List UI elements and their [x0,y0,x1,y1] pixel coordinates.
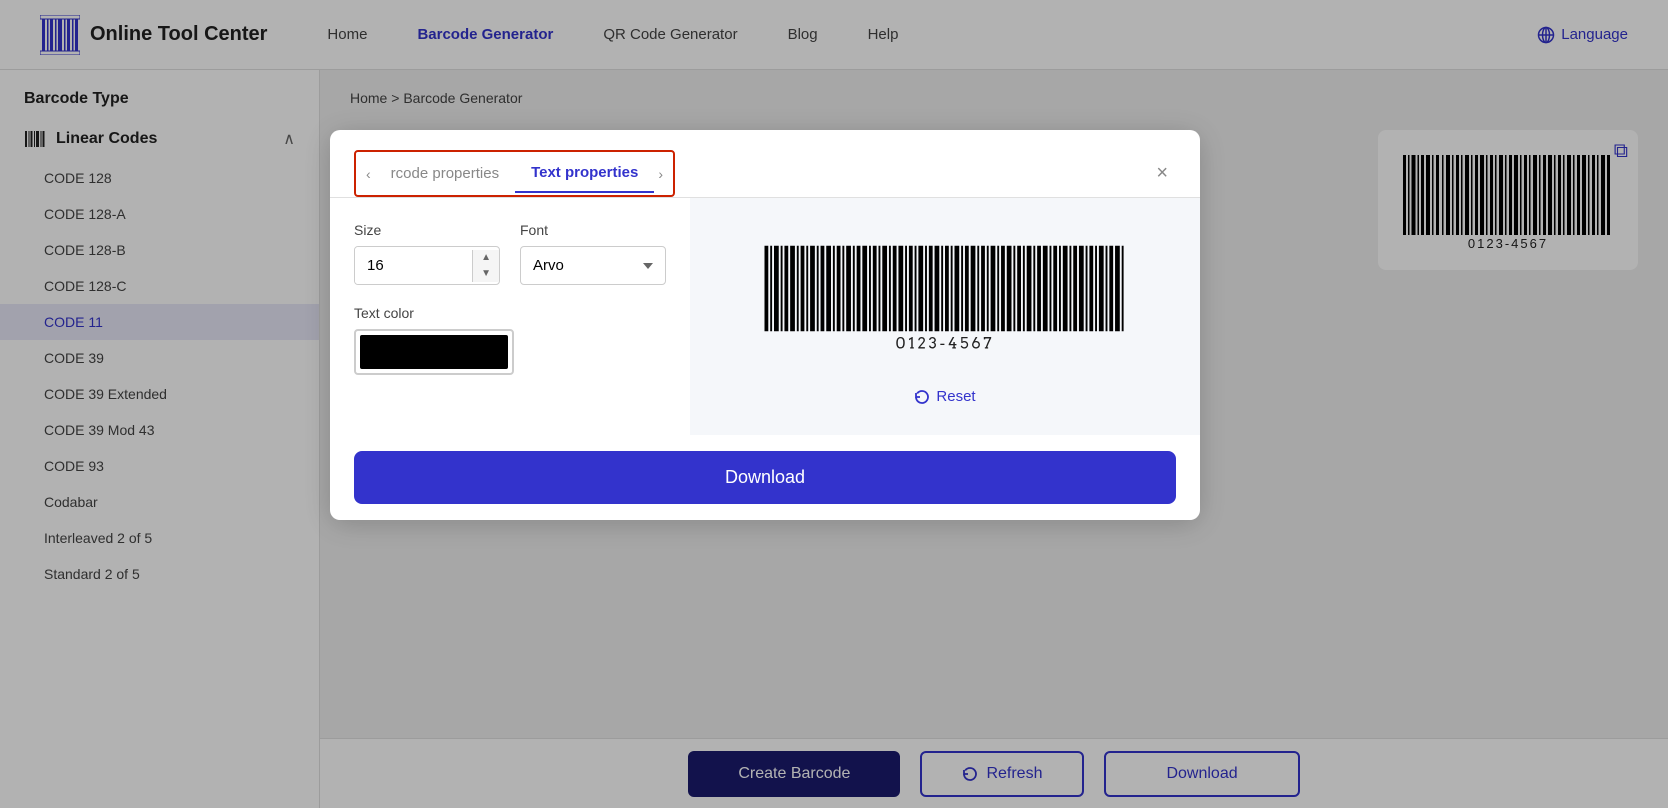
svg-text:0123-4567: 0123-4567 [896,333,995,352]
tab-text-properties[interactable]: Text properties [515,154,654,193]
modal-download-section: Download [330,435,1200,520]
size-up-arrow[interactable]: ▲ [473,250,499,266]
modal-download-button[interactable]: Download [354,451,1176,504]
modal-header: ‹ rcode properties Text properties › × [330,130,1200,198]
font-label: Font [520,222,666,238]
size-down-arrow[interactable]: ▼ [473,266,499,282]
modal-tabs-container: ‹ rcode properties Text properties › [354,150,675,197]
size-arrows: ▲ ▼ [472,250,499,282]
text-color-row: Text color [354,305,666,375]
size-input-wrapper: ▲ ▼ [354,246,500,285]
text-color-label: Text color [354,305,666,321]
color-picker-wrapper[interactable] [354,329,514,375]
reset-icon [914,389,930,405]
prev-tab-arrow[interactable]: ‹ [362,160,375,188]
size-label: Size [354,222,500,238]
font-group: Font Arvo Arial Helvetica Times New Roma… [520,222,666,285]
next-tab-arrow[interactable]: › [654,160,667,188]
color-swatch [360,335,508,369]
modal-body: Size ▲ ▼ Font Arvo Arial Helvetica [330,198,1200,435]
modal-barcode-svg: 0123-4567 [755,228,1135,368]
size-font-row: Size ▲ ▼ Font Arvo Arial Helvetica [354,222,666,285]
size-input[interactable] [355,247,472,284]
font-select[interactable]: Arvo Arial Helvetica Times New Roman Cou… [520,246,666,285]
modal-close-button[interactable]: × [1148,154,1176,193]
barcode-preview: 0123-4567 Reset [755,228,1135,405]
modal-preview-panel: 0123-4567 Reset [690,198,1200,435]
size-group: Size ▲ ▼ [354,222,500,285]
properties-modal: ‹ rcode properties Text properties › × S… [330,130,1200,520]
modal-form-panel: Size ▲ ▼ Font Arvo Arial Helvetica [330,198,690,435]
reset-label: Reset [936,388,975,405]
tab-barcode-properties[interactable]: rcode properties [375,155,515,192]
reset-button[interactable]: Reset [914,388,975,405]
